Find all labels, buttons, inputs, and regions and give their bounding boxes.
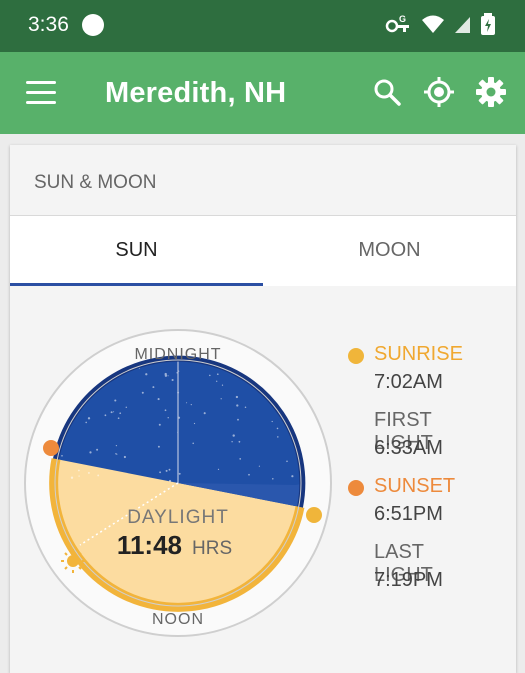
sunset-marker xyxy=(43,440,59,456)
battery-icon xyxy=(481,13,495,35)
wifi-icon xyxy=(422,15,444,33)
sun-moon-card: SUN & MOON SUN MOON MIDNIGHT NOON DAYLIG… xyxy=(10,145,516,673)
notification-dot-icon xyxy=(82,14,104,36)
status-bar: 3:36 G xyxy=(0,0,525,52)
sunrise-marker xyxy=(306,507,322,523)
sunrise-dot-icon xyxy=(348,348,364,364)
daylight-duration-value: 11:48 xyxy=(117,530,182,560)
my-location-icon[interactable] xyxy=(423,76,455,108)
card-header: SUN & MOON xyxy=(10,145,516,216)
noon-label: NOON xyxy=(152,611,204,628)
sunset-label: SUNSET xyxy=(374,475,456,497)
app-actions xyxy=(371,76,507,108)
sunset-dot-icon xyxy=(348,480,364,496)
menu-icon[interactable] xyxy=(26,81,56,105)
location-title: Meredith, NH xyxy=(105,77,287,109)
daylight-label: DAYLIGHT xyxy=(127,507,229,528)
sunrise-label: SUNRISE xyxy=(374,343,463,365)
tab-bar: SUN MOON xyxy=(10,216,516,286)
status-time: 3:36 xyxy=(28,13,69,36)
settings-gear-icon[interactable] xyxy=(475,76,507,108)
daylight-duration-unit: HRS xyxy=(192,538,232,559)
first-light-time: 6:33AM xyxy=(374,437,443,459)
sunrise-time: 7:02AM xyxy=(374,371,443,393)
status-icons: G xyxy=(385,13,495,35)
tab-moon[interactable]: MOON xyxy=(263,216,516,286)
sun-dial: MIDNIGHT NOON DAYLIGHT 11:48 HRS xyxy=(24,329,332,637)
search-icon[interactable] xyxy=(371,76,403,108)
svg-text:G: G xyxy=(399,14,406,24)
tab-indicator xyxy=(10,283,263,286)
card-title: SUN & MOON xyxy=(34,172,157,193)
midnight-label: MIDNIGHT xyxy=(134,346,221,363)
tab-sun[interactable]: SUN xyxy=(10,216,263,286)
vpn-key-icon: G xyxy=(385,14,409,33)
sunset-time: 6:51PM xyxy=(374,503,443,525)
last-light-time: 7:19PM xyxy=(374,569,443,591)
signal-icon xyxy=(455,17,470,33)
app-bar: Meredith, NH xyxy=(0,52,525,134)
